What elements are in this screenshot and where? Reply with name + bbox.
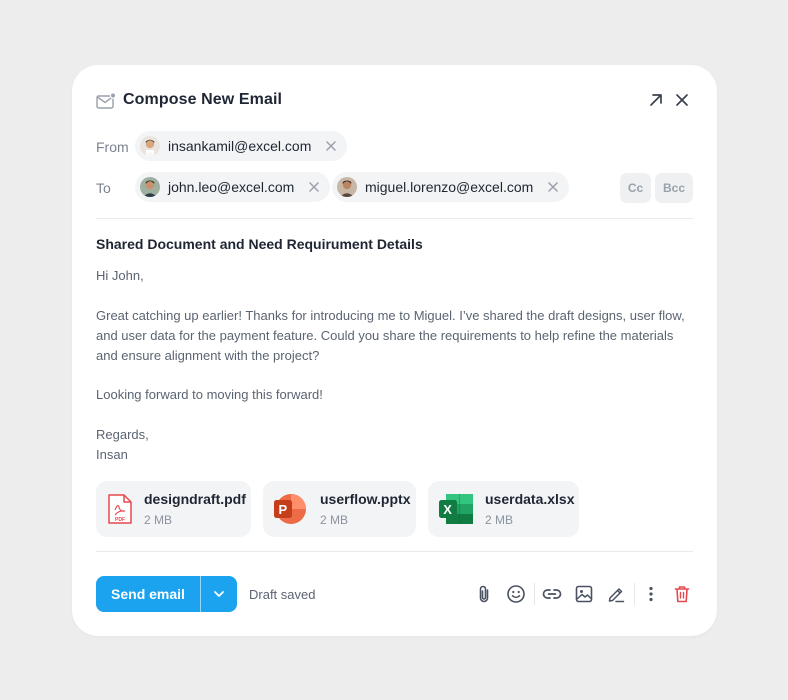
attachment-size: 2 MB — [320, 513, 349, 527]
compose-email-dialog: Compose New Email From insankamil@excel.… — [72, 65, 717, 636]
svg-text:P: P — [279, 502, 288, 517]
divider — [534, 583, 535, 605]
svg-text:X: X — [443, 502, 452, 517]
avatar — [337, 177, 357, 197]
avatar — [140, 177, 160, 197]
svg-text:PDF: PDF — [115, 517, 125, 523]
emoji-button[interactable] — [504, 582, 528, 606]
link-button[interactable] — [540, 582, 564, 606]
recipient-email: miguel.lorenzo@excel.com — [365, 179, 534, 195]
from-label: From — [96, 139, 129, 155]
attachment-card[interactable]: P userflow.pptx 2 MB — [263, 481, 416, 537]
to-label: To — [96, 180, 111, 196]
close-button[interactable] — [671, 89, 693, 111]
cc-button[interactable]: Cc — [620, 173, 651, 203]
attachment-card[interactable]: PDF designdraft.pdf 2 MB — [96, 481, 251, 537]
attachment-name: userdata.xlsx — [485, 491, 575, 507]
close-icon — [676, 94, 688, 106]
attachment-name: designdraft.pdf — [144, 491, 246, 507]
pen-icon — [608, 588, 625, 603]
recipient-email: insankamil@excel.com — [168, 138, 312, 154]
mail-icon — [96, 92, 116, 109]
emoji-icon — [507, 585, 525, 603]
chevron-down-icon — [214, 591, 224, 597]
attachment-card[interactable]: X userdata.xlsx 2 MB — [428, 481, 579, 537]
attachment-size: 2 MB — [485, 513, 514, 527]
avatar — [140, 136, 160, 156]
send-options-button[interactable] — [201, 576, 237, 612]
delete-button[interactable] — [670, 582, 694, 606]
recipient-email: john.leo@excel.com — [168, 179, 295, 195]
excel-icon: X — [439, 494, 473, 524]
bcc-button[interactable]: Bcc — [655, 173, 693, 203]
dialog-title: Compose New Email — [123, 91, 283, 108]
email-greeting[interactable]: Hi John, — [96, 266, 696, 286]
email-paragraph[interactable]: Looking forward to moving this forward! — [96, 385, 696, 405]
pdf-icon: PDF — [108, 494, 132, 524]
attach-button[interactable] — [472, 582, 496, 606]
expand-button[interactable] — [645, 89, 667, 111]
more-options-button[interactable] — [639, 582, 663, 606]
email-signature[interactable]: Insan — [96, 445, 696, 465]
powerpoint-icon: P — [274, 494, 306, 524]
attachment-size: 2 MB — [144, 513, 173, 527]
close-icon — [548, 182, 559, 192]
link-icon — [542, 589, 562, 599]
arrow-up-right-icon — [650, 94, 662, 106]
paperclip-icon — [479, 585, 489, 603]
email-subject[interactable]: Shared Document and Need Requirument Det… — [96, 236, 423, 252]
insert-image-button[interactable] — [572, 582, 596, 606]
to-recipient-chip[interactable]: john.leo@excel.com — [135, 172, 331, 202]
image-icon — [575, 585, 593, 603]
send-button-group: Send email — [96, 576, 237, 612]
send-email-button[interactable]: Send email — [96, 576, 200, 612]
draft-status: Draft saved — [249, 587, 316, 602]
to-recipient-chip[interactable]: miguel.lorenzo@excel.com — [332, 172, 570, 202]
divider — [96, 218, 693, 219]
attachment-name: userflow.pptx — [320, 491, 411, 507]
remove-recipient-button[interactable] — [306, 179, 322, 195]
more-vertical-icon — [649, 586, 653, 602]
remove-recipient-button[interactable] — [545, 179, 561, 195]
signature-button[interactable] — [604, 582, 628, 606]
divider — [634, 583, 635, 605]
trash-icon — [674, 586, 690, 603]
email-signoff[interactable]: Regards, — [96, 425, 696, 445]
email-paragraph[interactable]: Great catching up earlier! Thanks for in… — [96, 306, 696, 366]
remove-recipient-button[interactable] — [323, 138, 339, 154]
from-recipient-chip[interactable]: insankamil@excel.com — [135, 131, 348, 161]
close-icon — [309, 182, 320, 192]
close-icon — [326, 141, 337, 151]
divider — [96, 551, 693, 552]
